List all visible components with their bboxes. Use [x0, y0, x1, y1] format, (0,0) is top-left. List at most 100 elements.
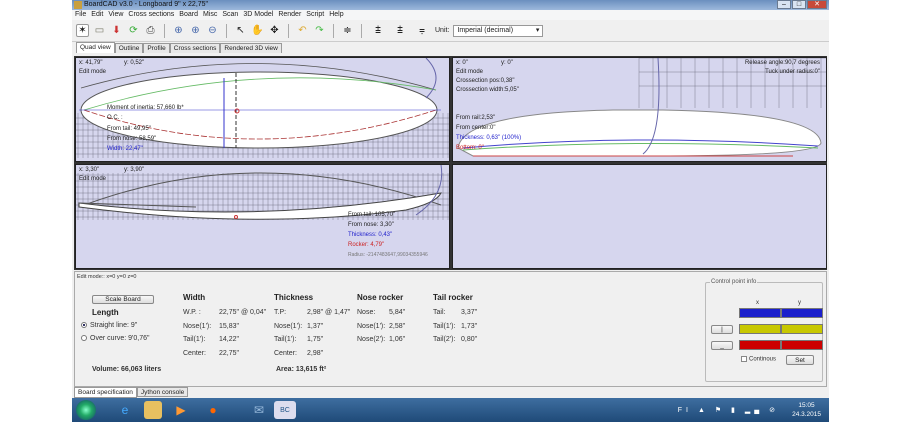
edit-mode-status: Edit mode:: x=0 y=0 z=0	[77, 274, 137, 280]
edit-mode-label: Edit mode	[79, 69, 107, 75]
new-file-icon[interactable]: ✶	[76, 24, 89, 37]
cursor-x: x: 3,30"	[79, 167, 100, 173]
tab-board-specification[interactable]: Board specification	[74, 387, 137, 398]
app-logo-icon	[74, 1, 82, 9]
nose-rocker-label: Nose:	[357, 309, 376, 316]
close-button[interactable]: ✕	[807, 0, 827, 9]
y-header: y	[798, 300, 801, 306]
profile-view[interactable]: x: 3,30" y: 3,90" Edit mode From tail: 1…	[75, 164, 450, 269]
redo-icon[interactable]: ↷	[313, 24, 326, 37]
zoom-fit-icon[interactable]: ⊕	[172, 24, 185, 37]
start-button[interactable]	[76, 400, 96, 420]
tab-profile[interactable]: Profile	[143, 43, 170, 53]
maximize-button[interactable]: □	[792, 0, 806, 9]
date: 24.3.2015	[792, 411, 821, 418]
save-icon[interactable]: ⬇	[110, 24, 123, 37]
menu-file[interactable]: File	[75, 10, 86, 20]
from-tail: From tail: 49,95"	[107, 126, 151, 132]
bottom-tabs: Board specification Jython console	[74, 387, 189, 398]
crosssection-view[interactable]: x: 0" y: 0" Edit mode Crossection pos:0,…	[452, 57, 827, 162]
menu-cross-sections[interactable]: Cross sections	[128, 10, 174, 20]
y-red-field[interactable]	[781, 340, 823, 350]
open-file-icon[interactable]: ▭	[93, 24, 106, 37]
cursor-y: y: 0,52"	[124, 60, 145, 66]
unit-select[interactable]: Imperial (decimal)	[453, 24, 544, 37]
menu-3d-model[interactable]: 3D Model	[243, 10, 273, 20]
save-as-icon[interactable]: ⟳	[127, 24, 140, 37]
outline-view[interactable]: x: 41,79" y: 0,52" Edit mode Moment of i…	[75, 57, 450, 162]
set-button[interactable]: Set	[786, 355, 814, 365]
nose-rocker-title: Nose rocker	[357, 293, 404, 302]
moment-of-inertia: Moment of inertia: 57,660 lb*	[107, 105, 184, 111]
tail-rocker-label: Tail:	[433, 309, 446, 316]
y-blue-field[interactable]	[781, 308, 823, 318]
scale-board-button[interactable]: Scale Board	[92, 295, 154, 304]
thickness-readout: Thickness: 0,43"	[348, 232, 393, 238]
select-arrow-icon[interactable]: ↖	[234, 24, 247, 37]
thunderbird-icon[interactable]: ✉	[250, 401, 268, 419]
boardcad-taskbar-icon[interactable]: BC	[274, 401, 296, 419]
menu-view[interactable]: View	[108, 10, 123, 20]
tab-cross-sections[interactable]: Cross sections	[169, 43, 221, 53]
menu-render[interactable]: Render	[278, 10, 301, 20]
from-nose: From nose: 3,30"	[348, 222, 394, 228]
crosssection-width: Crossection width:5,05"	[456, 87, 519, 93]
clock[interactable]: 15:05 24.3.2015	[792, 401, 821, 419]
edit-mode-label: Edit mode	[456, 69, 484, 75]
thickness-readout: Thickness: 0,63" (100%)	[456, 135, 522, 141]
empty-3d-view[interactable]	[452, 164, 827, 269]
undo-icon[interactable]: ↶	[296, 24, 309, 37]
media-player-icon[interactable]: ▶	[172, 401, 190, 419]
rocker-readout: Rocker: 4,79"	[348, 242, 385, 248]
spread-icon[interactable]: ≑	[341, 24, 354, 37]
area: Area: 13,615 ft²	[276, 366, 327, 373]
minimize-button[interactable]: –	[777, 0, 791, 9]
x-yellow-field[interactable]	[739, 324, 781, 334]
x-blue-field[interactable]	[739, 308, 781, 318]
over-curve-radio[interactable]: Over curve: 9'0,76"	[81, 335, 149, 342]
move-crosssection-icon[interactable]: ⩲	[391, 24, 409, 37]
edit-mode-label: Edit mode	[79, 176, 107, 182]
straight-line-label: Straight line: 9"	[90, 322, 138, 329]
language-indicator[interactable]: FI	[678, 407, 692, 414]
thickness-value: 2,98"	[307, 349, 324, 357]
file-explorer-icon[interactable]	[144, 401, 162, 419]
straight-line-radio[interactable]: Straight line: 9"	[81, 322, 137, 329]
tab-quad-view[interactable]: Quad view	[76, 42, 115, 53]
menu-scan[interactable]: Scan	[222, 10, 238, 20]
y-yellow-field[interactable]	[781, 324, 823, 334]
from-rail: From rail:2,53"	[456, 115, 496, 121]
menu-script[interactable]: Script	[306, 10, 324, 20]
cursor-x: x: 41,79"	[79, 60, 103, 66]
print-icon[interactable]: ⎙	[144, 24, 157, 37]
toolbar: ✶ ▭ ⬇ ⟳ ⎙ ⊕ ⊕ ⊖ ↖ ✋ ✥ ↶ ↷ ≑ ⩲ ⩲ ⩦ Unit: …	[72, 20, 829, 42]
continuous-checkbox[interactable]: Continous	[741, 356, 776, 363]
zoom-out-icon[interactable]: ⊖	[206, 24, 219, 37]
tuck-under-radius: Tuck under radius:0"	[765, 69, 820, 75]
zoom-in-icon[interactable]: ⊕	[189, 24, 202, 37]
tab-outline[interactable]: Outline	[114, 43, 144, 53]
from-nose: From nose: 58,59"	[107, 136, 157, 142]
width-label: Tail(1'):	[183, 336, 206, 343]
thickness-label: Nose(1'):	[274, 322, 303, 330]
menu-help[interactable]: Help	[329, 10, 343, 20]
internet-explorer-icon[interactable]: e	[116, 401, 134, 419]
taskbar: e ▶ ● ✉ BC FI ▲ ⚑ ▮ ▂▄ ⊘ 15:05 24.3.2015	[72, 398, 829, 422]
vertical-align-button[interactable]: |	[711, 325, 733, 334]
move-icon[interactable]: ✥	[268, 24, 281, 37]
width-title: Width	[183, 293, 206, 302]
menu-misc[interactable]: Misc	[203, 10, 217, 20]
nose-rocker-value: 1,06"	[389, 336, 406, 343]
add-crosssection-icon[interactable]: ⩲	[369, 24, 387, 37]
pan-hand-icon[interactable]: ✋	[251, 24, 264, 37]
tab-rendered-3d-view[interactable]: Rendered 3D view	[220, 43, 282, 53]
nose-rocker-label: Nose(1'):	[357, 322, 386, 330]
oc-label: O.C. :	[107, 115, 123, 121]
menu-edit[interactable]: Edit	[91, 10, 103, 20]
remove-crosssection-icon[interactable]: ⩦	[413, 24, 431, 37]
x-red-field[interactable]	[739, 340, 781, 350]
horizontal-align-button[interactable]: _	[711, 341, 733, 350]
tab-jython-console[interactable]: Jython console	[136, 387, 189, 397]
menu-board[interactable]: Board	[179, 10, 198, 20]
firefox-icon[interactable]: ●	[204, 401, 222, 419]
